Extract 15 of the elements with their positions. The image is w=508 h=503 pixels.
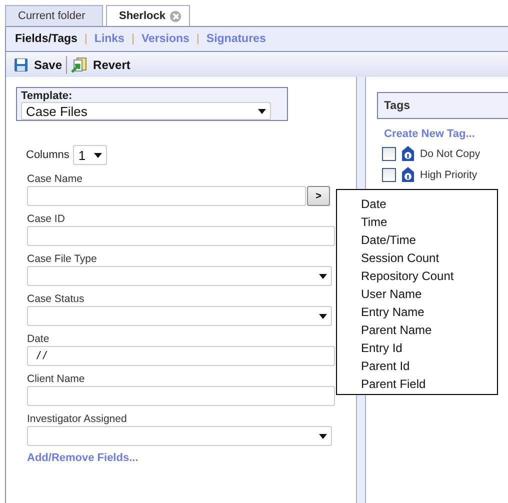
separator: |	[131, 33, 134, 45]
separator: |	[84, 33, 88, 45]
columns-label: Columns	[26, 149, 70, 161]
separator: |	[196, 33, 200, 45]
tag-label: Do Not Copy	[420, 148, 480, 160]
field-label: Date	[27, 332, 50, 346]
field-label: Client Name	[27, 372, 86, 386]
field-label: Case File Type	[27, 252, 98, 266]
template-label: Template:	[21, 90, 74, 102]
field-label: Case Name	[27, 172, 84, 186]
field-label: Investigator Assigned	[27, 412, 128, 426]
tag-label: High Priority	[420, 168, 478, 180]
field-label: Case Status	[27, 292, 86, 306]
field-label: Case ID	[27, 212, 66, 226]
tags-header: Tags	[377, 92, 508, 119]
